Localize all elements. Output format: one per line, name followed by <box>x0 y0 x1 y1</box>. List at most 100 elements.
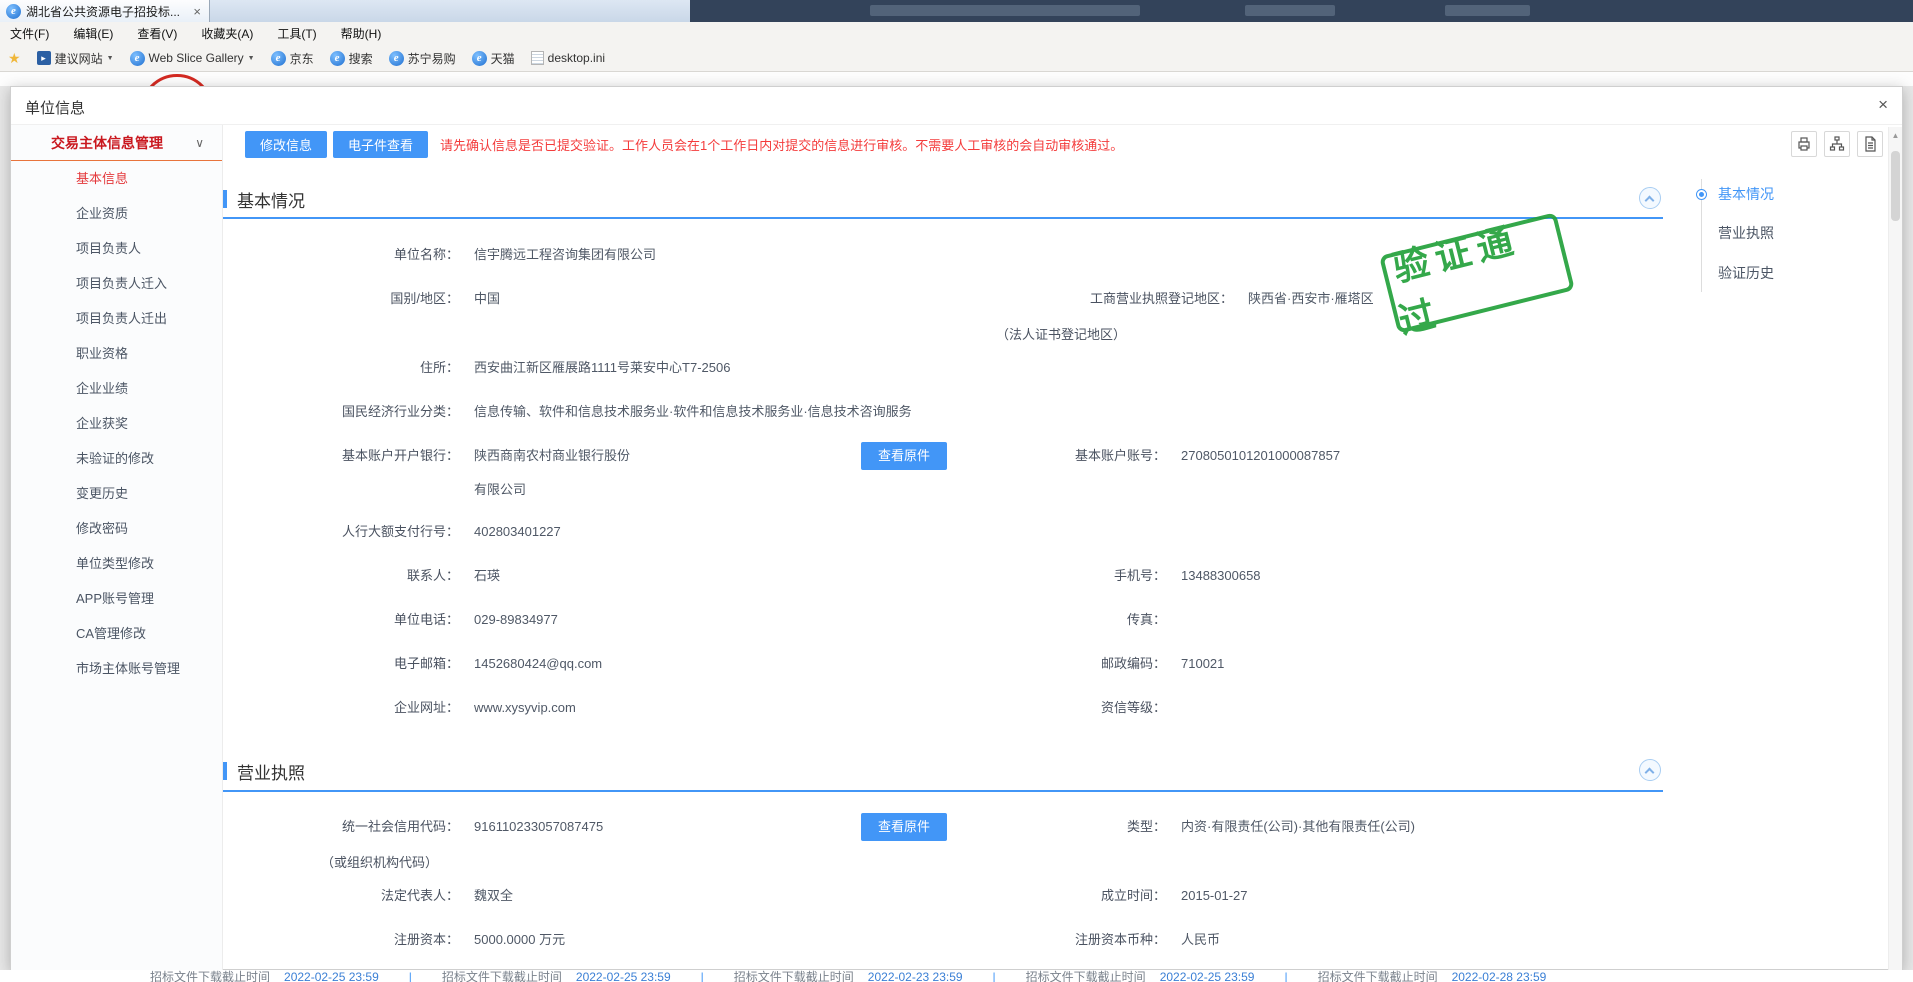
favorites-star-icon[interactable]: ★ <box>8 50 21 67</box>
dialog-close-icon[interactable]: × <box>1878 95 1888 115</box>
verification-passed-stamp: 验证通过 <box>1379 212 1575 334</box>
sidebar-item-occupational-qualification[interactable]: 职业资格 <box>11 336 222 371</box>
tab-close-icon[interactable]: × <box>191 4 203 19</box>
collapse-basic-button[interactable] <box>1639 187 1661 209</box>
fav-search[interactable]: e 搜索 <box>330 50 373 67</box>
field-label: 单位名称： <box>219 246 459 264</box>
field-unit-name: 单位名称： 信宇腾远工程咨询集团有限公司 <box>219 246 656 264</box>
fav-jd[interactable]: e 京东 <box>271 50 314 67</box>
dialog-scrollbar[interactable]: ▲ <box>1888 127 1902 971</box>
field-pbc-number: 人行大额支付行号： 402803401227 <box>219 523 561 541</box>
field-uscc: 统一社会信用代码： 916110233057087475 <box>219 818 603 836</box>
dropdown-icon: ▼ <box>248 55 255 62</box>
field-registered-capital: 注册资本： 5000.0000 万元 <box>219 931 565 949</box>
field-value: www.xysyvip.com <box>474 699 576 717</box>
dialog-title: 单位信息 <box>25 97 85 118</box>
anchor-basic-info[interactable]: 基本情况 <box>1718 184 1774 204</box>
fav-suggested-sites[interactable]: ▸ 建议网站 ▼ <box>37 50 114 67</box>
suggested-sites-icon: ▸ <box>37 51 51 65</box>
field-value: 西安曲江新区雁展路1111号莱安中心T7-2506 <box>474 359 730 377</box>
fav-label: 建议网站 <box>55 50 103 67</box>
field-value: 029-89834977 <box>474 611 558 629</box>
section-header-basic: 基本情况 <box>223 187 305 211</box>
browser-tab-bar: e 湖北省公共资源电子招投标... × <box>0 0 1913 22</box>
field-label: 传真： <box>956 611 1166 629</box>
dialog-header: 单位信息 × <box>11 87 1902 125</box>
sidebar-item-project-leader[interactable]: 项目负责人 <box>11 231 222 266</box>
sidebar-item-change-password[interactable]: 修改密码 <box>11 511 222 546</box>
field-label: 基本账户开户银行： <box>219 447 459 465</box>
field-fax: 传真： <box>956 611 1181 629</box>
field-value: 5000.0000 万元 <box>474 931 565 949</box>
menu-file[interactable]: 文件(F) <box>10 25 49 42</box>
stamp-text: 验证通过 <box>1380 201 1574 344</box>
ticker-label: 招标文件下载截止时间 <box>1026 970 1146 982</box>
section-accent-bar <box>223 190 227 208</box>
field-label: 资信等级： <box>956 699 1166 717</box>
sidebar-item-leader-move-in[interactable]: 项目负责人迁入 <box>11 266 222 301</box>
scrollbar-thumb[interactable] <box>1891 151 1900 221</box>
anchor-business-license[interactable]: 营业执照 <box>1718 223 1774 243</box>
page-behind-strip <box>0 72 1913 86</box>
sidebar-item-unit-type-change[interactable]: 单位类型修改 <box>11 546 222 581</box>
field-label: 成立时间： <box>956 887 1166 905</box>
field-bank-wrap: 有限公司 <box>474 479 526 498</box>
sidebar-item-change-history[interactable]: 变更历史 <box>11 476 222 511</box>
sidebar-item-leader-move-out[interactable]: 项目负责人迁出 <box>11 301 222 336</box>
field-value: 陕西省·西安市·雁塔区 <box>1248 290 1374 308</box>
sidebar-item-ca-management[interactable]: CA管理修改 <box>11 616 222 651</box>
sidebar-group-trade-subject[interactable]: 交易主体信息管理 ∨ <box>11 125 222 161</box>
field-label: 住所： <box>219 359 459 377</box>
fav-desktop-ini[interactable]: desktop.ini <box>531 51 605 65</box>
menu-edit[interactable]: 编辑(E) <box>73 25 113 42</box>
ie-icon: e <box>271 51 286 66</box>
menu-help[interactable]: 帮助(H) <box>341 25 382 42</box>
sidebar-item-unverified-changes[interactable]: 未验证的修改 <box>11 441 222 476</box>
field-account-number: 基本账户账号： 2708050101201000087857 <box>956 447 1340 465</box>
menu-view[interactable]: 查看(V) <box>137 25 177 42</box>
view-original-button-license[interactable]: 查看原件 <box>861 813 947 841</box>
print-icon[interactable] <box>1791 131 1817 157</box>
field-label: 法定代表人： <box>219 887 459 905</box>
fav-tmall[interactable]: e 天猫 <box>472 50 515 67</box>
ticker-date: 2022-02-28 23:59 <box>1452 970 1547 982</box>
ticker-date: 2022-02-23 23:59 <box>868 970 963 982</box>
sidebar-item-basic-info[interactable]: 基本信息 <box>11 161 222 196</box>
field-label: 类型： <box>956 818 1166 836</box>
download-deadline-ticker: 招标文件下载截止时间 2022-02-25 23:59 | 招标文件下载截止时间… <box>0 970 1913 982</box>
sidebar-item-enterprise-performance[interactable]: 企业业绩 <box>11 371 222 406</box>
field-credit-rating: 资信等级： <box>956 699 1181 717</box>
field-value: 魏双全 <box>474 887 513 905</box>
view-original-button-bank[interactable]: 查看原件 <box>861 442 947 470</box>
field-mobile: 手机号： 13488300658 <box>956 567 1261 585</box>
field-label: 工商营业执照登记地区： <box>956 290 1233 308</box>
sidebar-item-enterprise-awards[interactable]: 企业获奖 <box>11 406 222 441</box>
field-capital-currency: 注册资本币种： 人民币 <box>956 931 1220 949</box>
anchor-verification-history[interactable]: 验证历史 <box>1718 263 1774 283</box>
sidebar-item-app-account[interactable]: APP账号管理 <box>11 581 222 616</box>
ticker-label: 招标文件下载截止时间 <box>442 970 562 982</box>
browser-tab[interactable]: e 湖北省公共资源电子招投标... × <box>0 0 210 22</box>
field-label: 注册资本： <box>219 931 459 949</box>
field-legal-representative: 法定代表人： 魏双全 <box>219 887 513 905</box>
fav-suning[interactable]: e 苏宁易购 <box>389 50 456 67</box>
modify-info-button[interactable]: 修改信息 <box>245 131 327 158</box>
fav-web-slice-gallery[interactable]: e Web Slice Gallery ▼ <box>130 51 255 66</box>
menu-tools[interactable]: 工具(T) <box>277 25 316 42</box>
field-value: 402803401227 <box>474 523 561 541</box>
menu-favorites[interactable]: 收藏夹(A) <box>201 25 253 42</box>
section-title-license: 营业执照 <box>237 759 305 784</box>
sidebar-item-qualification[interactable]: 企业资质 <box>11 196 222 231</box>
scroll-up-icon[interactable]: ▲ <box>1889 131 1902 140</box>
org-chart-icon[interactable] <box>1824 131 1850 157</box>
blurred-window-title <box>1245 5 1335 16</box>
electronic-file-view-button[interactable]: 电子件查看 <box>333 131 428 158</box>
field-label: 企业网址： <box>219 699 459 717</box>
sidebar-item-market-subject-account[interactable]: 市场主体账号管理 <box>11 651 222 686</box>
field-label: 国民经济行业分类： <box>219 403 459 421</box>
fav-label: 苏宁易购 <box>408 50 456 67</box>
collapse-license-button[interactable] <box>1639 759 1661 781</box>
field-contact: 联系人： 石瑛 <box>219 567 500 585</box>
pdf-document-icon[interactable] <box>1857 131 1883 157</box>
field-label: 手机号： <box>956 567 1166 585</box>
